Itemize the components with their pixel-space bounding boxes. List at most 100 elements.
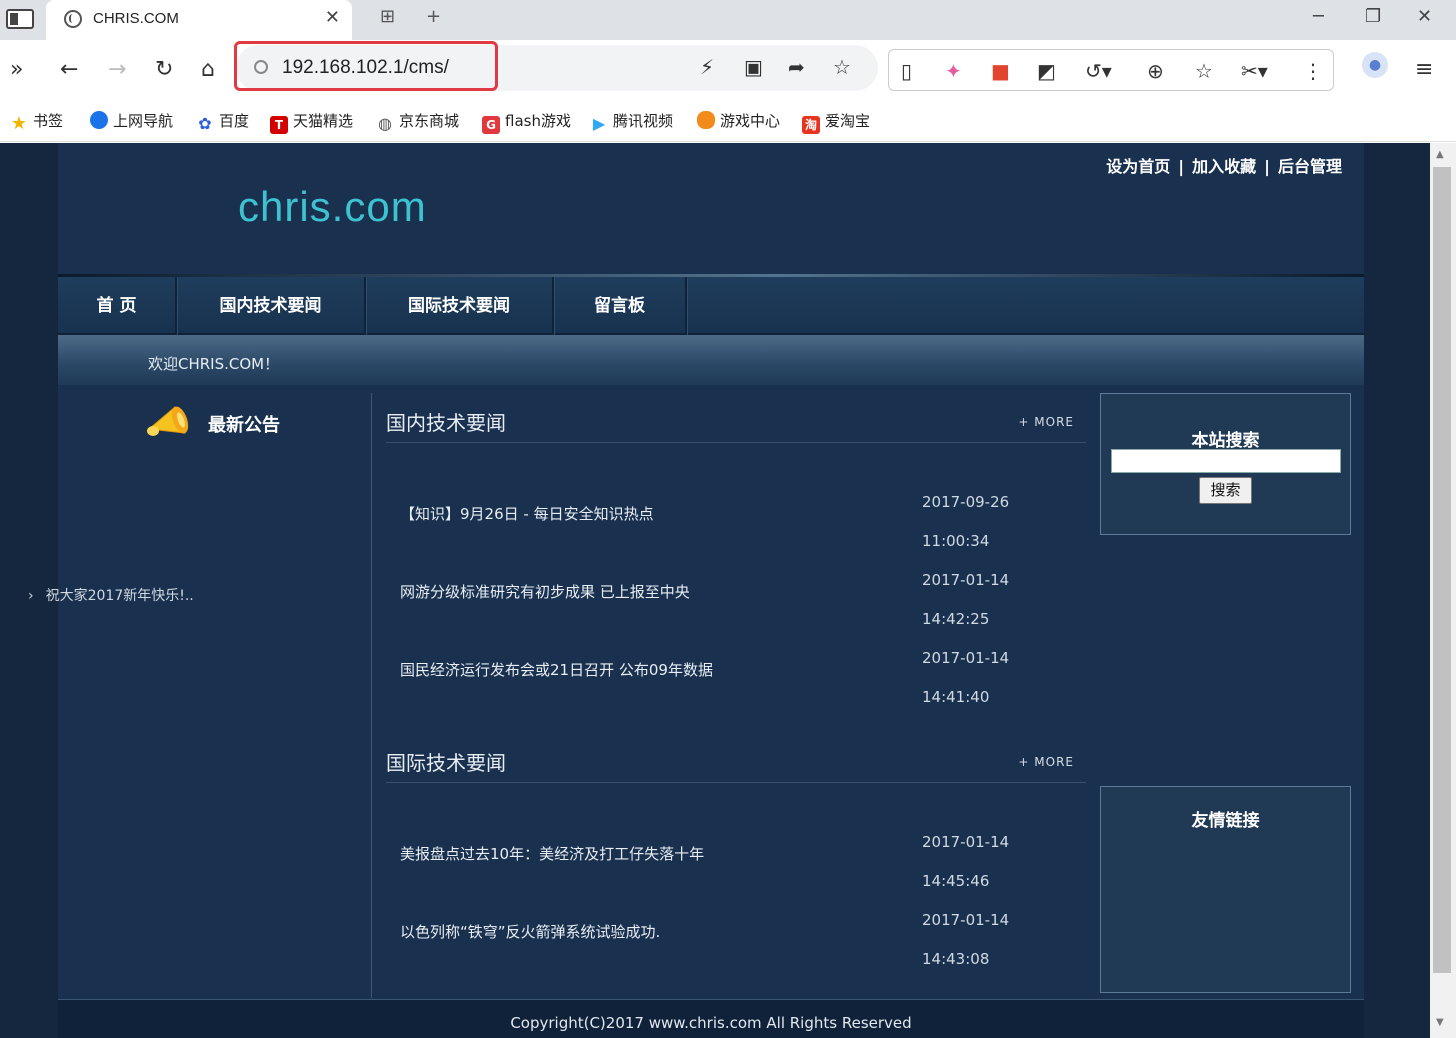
news-title[interactable]: 网游分级标准研究有初步成果 已上报至中央 [400, 581, 690, 602]
flash-game-icon: G [482, 116, 500, 134]
bookmark-item[interactable]: 淘爱淘宝 [802, 110, 870, 134]
news-row: 以色列称“铁穹”反火箭弹系统试验成功. 2017-01-14 14:43:08 [386, 891, 1086, 969]
tmall-icon: T [270, 116, 288, 134]
forward-icon[interactable]: → [108, 55, 126, 85]
bookmark-item[interactable]: ✿ 百度 [196, 110, 249, 133]
favorites-icon[interactable]: ☆ [1195, 59, 1213, 83]
screenshot-icon[interactable]: ▣ [744, 55, 763, 79]
news-time: 14:43:08 [922, 950, 990, 968]
close-window-icon[interactable]: ✕ [1417, 6, 1432, 27]
announcement-title: 最新公告 [208, 415, 280, 436]
tencent-video-icon: ▶ [592, 114, 606, 133]
news-title[interactable]: 【知识】9月26日 - 每日安全知识热点 [400, 503, 654, 524]
profile-avatar[interactable]: ● [1362, 52, 1388, 78]
tab-search-icon[interactable]: ⊞ [380, 6, 395, 27]
history-icon[interactable]: ↺▾ [1085, 59, 1112, 83]
bookmark-item[interactable]: Gflash游戏 [482, 110, 571, 134]
header-separator: | [1264, 157, 1270, 176]
share-icon[interactable]: ➦ [788, 55, 805, 79]
new-tab-icon[interactable]: + [426, 6, 441, 27]
pdf-icon[interactable]: ■ [991, 59, 1010, 83]
friend-links-title: 友情链接 [1191, 811, 1260, 831]
news-row: 美报盘点过去10年：美经济及打工仔失落十年 2017-01-14 14:45:4… [386, 813, 1086, 891]
minimize-icon[interactable]: ─ [1313, 6, 1324, 27]
site-logo[interactable]: chris.com [238, 183, 427, 231]
international-news-section: 国际技术要闻 + MORE 美报盘点过去10年：美经济及打工仔失落十年 2017… [386, 733, 1086, 993]
news-title[interactable]: 国民经济运行发布会或21日召开 公布09年数据 [400, 659, 713, 680]
news-time: 14:41:40 [922, 688, 990, 706]
globe-icon: ◍ [378, 114, 392, 133]
welcome-text: 欢迎CHRIS.COM！ [148, 355, 280, 373]
cut-icon[interactable]: ✂▾ [1241, 59, 1268, 83]
restore-icon[interactable]: ❐ [1365, 6, 1381, 27]
bookmark-star-icon[interactable]: ☆ [833, 55, 851, 79]
lightning-icon[interactable]: ⚡ [700, 55, 714, 79]
download-icon[interactable]: ⊕ [1147, 59, 1164, 83]
ai-sparkle-icon[interactable]: ✦ [945, 59, 962, 83]
globe-icon [64, 10, 82, 28]
news-date: 2017-01-14 [922, 571, 1010, 589]
stock-chart-icon[interactable]: ◩ [1037, 59, 1056, 83]
scrollbar-thumb[interactable] [1433, 167, 1451, 973]
news-title[interactable]: 美报盘点过去10年：美经济及打工仔失落十年 [400, 843, 704, 864]
admin-link[interactable]: 后台管理 [1278, 157, 1342, 176]
scroll-down-icon[interactable]: ▼ [1436, 1017, 1444, 1028]
section-header: 国际技术要闻 + MORE [386, 733, 1086, 783]
baidu-icon: ✿ [198, 114, 212, 133]
more-menu-icon[interactable]: ⋮ [1303, 59, 1323, 83]
bookmark-item[interactable]: 上网导航 [90, 110, 173, 131]
taobao-icon: 淘 [802, 116, 820, 134]
search-input[interactable] [1111, 449, 1341, 473]
nav-icon [90, 111, 108, 129]
close-tab-icon[interactable]: ✕ [325, 7, 340, 28]
copyright-text: Copyright(C)2017 www.chris.com All Right… [510, 1014, 912, 1032]
header-separator: | [1178, 157, 1185, 176]
tab-bar: CHRIS.COM ✕ ⊞ + ─ ❐ ✕ [0, 0, 1456, 40]
friend-links-box: 友情链接 [1100, 786, 1351, 993]
page-viewport: 设为首页 | 加入收藏 | 后台管理 chris.com 首 页 国内技术要闻 国际技术… [0, 143, 1430, 1038]
bookmark-item[interactable]: ◍ 京东商城 [376, 110, 459, 133]
more-link[interactable]: + MORE [1018, 415, 1074, 429]
news-title[interactable]: 以色列称“铁穹”反火箭弹系统试验成功. [400, 921, 660, 942]
bookmark-item[interactable]: 游戏中心 [697, 110, 780, 131]
news-date: 2017-01-14 [922, 649, 1010, 667]
bookmarks-bar: ★ 书签 上网导航 ✿ 百度 T 天猫精选 ◍ 京东商城 Gflash游戏 ▶ 腾讯视频 … [0, 100, 1456, 142]
section-title: 国际技术要闻 [386, 751, 506, 775]
news-date: 2017-01-14 [922, 833, 1010, 851]
bookmark-item[interactable]: T 天猫精选 [270, 110, 353, 134]
add-favorite-link[interactable]: 加入收藏 [1192, 157, 1256, 176]
bookmark-item[interactable]: ★ 书签 [10, 110, 63, 133]
section-header: 国内技术要闻 + MORE [386, 393, 1086, 443]
announcement-item[interactable]: 祝大家2017新年快乐!.. [28, 585, 194, 605]
tab-active[interactable]: CHRIS.COM ✕ [46, 0, 352, 40]
vertical-scrollbar[interactable]: ▲ ▼ [1430, 143, 1456, 1038]
nav-international-news[interactable]: 国际技术要闻 [366, 277, 554, 335]
reload-icon[interactable]: ↻ [155, 55, 173, 85]
search-button[interactable]: 搜索 [1199, 477, 1252, 504]
search-box-title: 本站搜索 [1191, 431, 1260, 451]
expand-sidebar-icon[interactable]: » [10, 55, 23, 85]
star-icon: ★ [10, 113, 28, 134]
hamburger-menu-icon[interactable]: ≡ [1415, 55, 1433, 85]
set-homepage-link[interactable]: 设为首页 [1106, 157, 1170, 176]
site-search-box: 本站搜索 搜索 [1100, 393, 1351, 535]
nav-guestbook[interactable]: 留言板 [554, 277, 687, 335]
domestic-news-section: 国内技术要闻 + MORE 【知识】9月26日 - 每日安全知识热点 2017-… [386, 393, 1086, 723]
side-panel-icon[interactable] [6, 9, 34, 29]
bookmark-item[interactable]: ▶ 腾讯视频 [590, 110, 673, 133]
megaphone-icon [147, 406, 189, 436]
back-icon[interactable]: ← [60, 55, 78, 85]
news-row: 【知识】9月26日 - 每日安全知识热点 2017-09-26 11:00:34 [386, 473, 1086, 551]
header-links: 设为首页 | 加入收藏 | 后台管理 [1106, 153, 1342, 177]
nav-domestic-news[interactable]: 国内技术要闻 [177, 277, 366, 335]
main-nav: 首 页 国内技术要闻 国际技术要闻 留言板 [58, 277, 1364, 335]
nav-home[interactable]: 首 页 [58, 277, 177, 335]
scroll-up-icon[interactable]: ▲ [1436, 149, 1444, 160]
section-title: 国内技术要闻 [386, 411, 506, 435]
news-row: 国民经济运行发布会或21日召开 公布09年数据 2017-01-14 14:41… [386, 629, 1086, 707]
more-link[interactable]: + MORE [1018, 755, 1074, 769]
browser-toolbar: » ← → ↻ ⌂ 192.168.102.1/cms/ ⚡ ▣ ➦ ☆ ▯ ✦… [0, 40, 1456, 100]
site-container: 设为首页 | 加入收藏 | 后台管理 chris.com 首 页 国内技术要闻 国际技术… [46, 143, 1364, 1038]
phone-icon[interactable]: ▯ [901, 59, 912, 83]
home-icon[interactable]: ⌂ [201, 55, 215, 85]
